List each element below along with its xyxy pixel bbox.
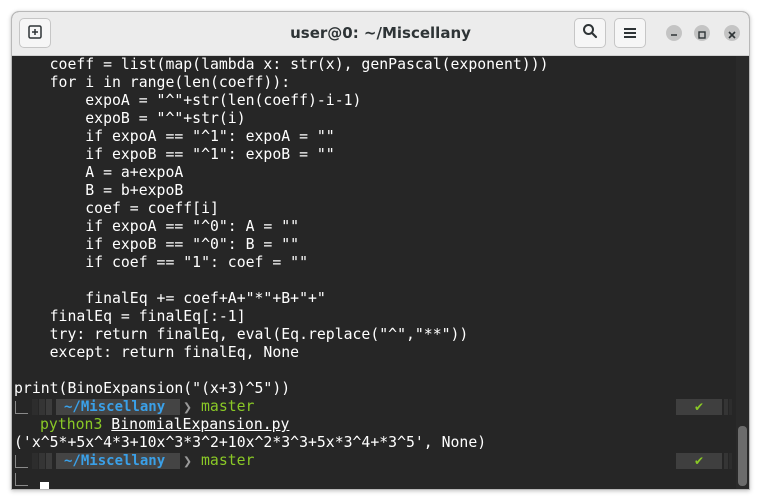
- close-icon: [728, 24, 736, 43]
- prompt-path: ~/Miscellany: [56, 399, 180, 415]
- program-output: ('x^5*+5x^4*3+10x^3*3^2+10x^2*3^3+5x*3^4…: [14, 434, 487, 451]
- header-bar: user@0: ~/Miscellany: [12, 12, 749, 56]
- prompt-path: ~/Miscellany: [56, 453, 180, 469]
- prompt-corner: [15, 401, 28, 414]
- scrollbar[interactable]: [736, 56, 749, 489]
- prompt-corner: [15, 473, 28, 486]
- search-button[interactable]: [574, 18, 606, 48]
- status-fade: [724, 453, 728, 469]
- prompt-separator: ❯: [183, 452, 193, 470]
- code-line: try: return finalEq, eval(Eq.replace("^"…: [14, 326, 469, 343]
- code-line: finalEq += coef+A+"*"+B+"+": [14, 290, 326, 307]
- code-line: if expoA == "^1": expoA = "": [14, 128, 335, 145]
- close-button[interactable]: [724, 25, 740, 41]
- hamburger-menu-icon: [623, 24, 637, 43]
- terminal-output[interactable]: coeff = list(map(lambda x: str(x), genPa…: [12, 56, 749, 489]
- status-fade: [729, 399, 732, 415]
- prompt-fade: [32, 399, 38, 415]
- status-check-icon: ✔: [676, 399, 722, 415]
- code-line: if expoB == "^0": B = "": [14, 236, 300, 253]
- text-cursor: [40, 482, 49, 489]
- status-fade: [729, 453, 732, 469]
- scrollbar-thumb[interactable]: [738, 426, 747, 486]
- minimize-button[interactable]: [666, 25, 682, 41]
- minimize-icon: [670, 24, 678, 43]
- prompt-fade: [39, 453, 45, 469]
- prompt-fade: [32, 453, 38, 469]
- shell-prompt: ~/Miscellany ❯ master ✔: [12, 398, 734, 416]
- code-line: A = a+expoA: [14, 164, 184, 181]
- git-branch: master: [201, 452, 255, 469]
- code-line: if expoB == "^1": expoB = "": [14, 146, 335, 163]
- prompt-fade: [39, 399, 45, 415]
- code-line: except: return finalEq, None: [14, 344, 300, 361]
- command-argument[interactable]: BinomialExpansion.py: [111, 416, 289, 433]
- maximize-button[interactable]: [694, 25, 710, 41]
- code-line: expoB = "^"+str(i): [14, 110, 246, 127]
- prompt-fade: [46, 453, 52, 469]
- status-check-icon: ✔: [676, 453, 722, 469]
- prompt-separator: ❯: [183, 398, 193, 416]
- code-line: finalEq = finalEq[:-1]: [14, 308, 246, 325]
- prompt-corner: [15, 455, 28, 468]
- code-line: if expoA == "^0": A = "": [14, 218, 300, 235]
- maximize-icon: [698, 24, 706, 43]
- search-icon: [582, 23, 598, 43]
- terminal-window: user@0: ~/Miscellany coeff = list(map(la…: [11, 11, 750, 490]
- code-line: if coef == "1": coef = "": [14, 254, 308, 271]
- code-line: B = b+expoB: [14, 182, 184, 199]
- shell-prompt: ~/Miscellany ❯ master ✔: [12, 452, 734, 470]
- git-branch: master: [201, 398, 255, 415]
- code-line: coef = coeff[i]: [14, 200, 219, 217]
- code-line: for i in range(len(coeff)):: [14, 74, 291, 91]
- command-line: python3 BinomialExpansion.py: [40, 416, 289, 434]
- code-line: coeff = list(map(lambda x: str(x), genPa…: [14, 56, 549, 73]
- command-name: python3: [40, 416, 103, 433]
- code-line: print(BinoExpansion("(x+3)^5")): [14, 380, 291, 397]
- code-line: expoA = "^"+str(len(coeff)-i-1): [14, 92, 362, 109]
- status-fade: [724, 399, 728, 415]
- prompt-fade: [46, 399, 52, 415]
- menu-button[interactable]: [614, 18, 646, 48]
